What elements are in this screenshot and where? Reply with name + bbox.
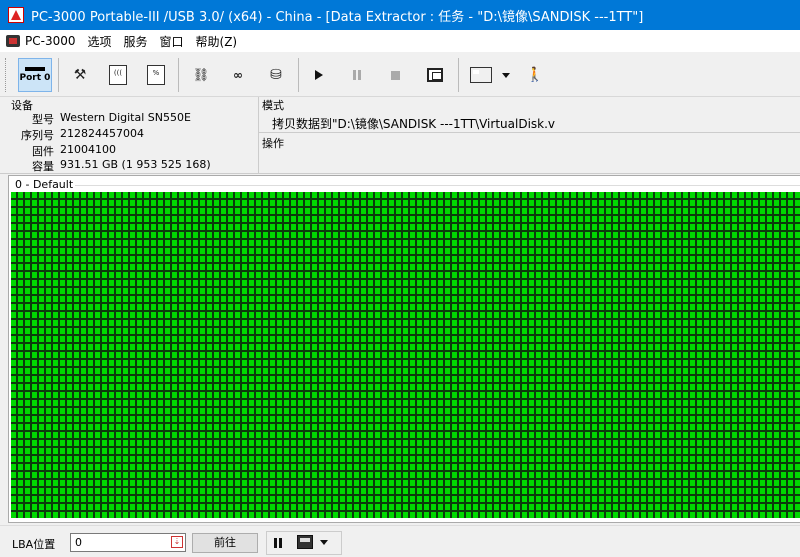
toolbar-separator xyxy=(178,58,179,92)
windows-button[interactable] xyxy=(418,58,452,92)
title-bar: PC-3000 Portable-III /USB 3.0/ (x64) - C… xyxy=(0,0,800,30)
scroll-doc-icon: ((( xyxy=(109,65,127,85)
menu-bar: PC-3000 选项 服务 窗口 帮助(Z) xyxy=(0,30,800,52)
menu-services[interactable]: 服务 xyxy=(118,31,154,51)
lba-input[interactable] xyxy=(70,533,186,552)
toolbar-separator xyxy=(458,58,459,92)
map-title-line xyxy=(75,185,800,186)
toolbar-separator xyxy=(58,58,59,92)
tools-button[interactable]: ⚒ xyxy=(63,58,97,92)
device-value: 212824457004 xyxy=(60,127,144,140)
map-view-dropdown[interactable] xyxy=(496,58,516,92)
map-view-button[interactable] xyxy=(464,58,498,92)
lba-label: LBA位置 xyxy=(12,538,56,551)
stop-icon xyxy=(390,70,400,80)
pc3000-logo-icon xyxy=(6,35,20,47)
exit-button[interactable]: 🚶 xyxy=(518,58,552,92)
tree-button[interactable]: ⛓ xyxy=(184,58,218,92)
goto-button[interactable]: 前往 xyxy=(192,533,258,553)
menu-help[interactable]: 帮助(Z) xyxy=(190,31,244,51)
info-divider[interactable] xyxy=(258,97,259,173)
menu-options[interactable]: 选项 xyxy=(81,31,117,51)
percent-doc-icon: % xyxy=(147,65,165,85)
tree-icon: ⛓ xyxy=(192,67,210,83)
binoculars-button[interactable]: ∞ xyxy=(221,58,255,92)
port-button[interactable]: Port 0 xyxy=(18,58,52,92)
map-title: 0 - Default xyxy=(15,178,74,191)
mode-section-label: 模式 xyxy=(262,99,284,112)
toolbar: Port 0 ⚒ ((( % ⛓ ∞ ⛁ 🚶 xyxy=(0,52,800,97)
map-pause-button[interactable] xyxy=(270,535,286,551)
scroll-button[interactable]: ((( xyxy=(101,58,135,92)
port-icon: Port 0 xyxy=(19,67,51,83)
lba-spin-icon[interactable]: ⇣ xyxy=(171,536,183,548)
binoculars-icon: ∞ xyxy=(233,68,243,82)
stop-button[interactable] xyxy=(378,58,412,92)
tools-icon: ⚒ xyxy=(73,67,87,83)
device-key: 容量 xyxy=(32,160,54,173)
device-key: 固件 xyxy=(32,145,54,158)
port-label: Port 0 xyxy=(19,73,51,83)
menu-window[interactable]: 窗口 xyxy=(154,31,190,51)
chevron-down-icon[interactable] xyxy=(320,540,328,545)
map-view-icon[interactable] xyxy=(297,535,313,549)
device-key: 序列号 xyxy=(21,129,54,142)
operation-section-label: 操作 xyxy=(262,137,284,150)
menu-pc3000-label: PC-3000 xyxy=(25,34,76,48)
disk-button[interactable]: ⛁ xyxy=(259,58,293,92)
disk-icon: ⛁ xyxy=(270,67,282,83)
device-value: 21004100 xyxy=(60,143,116,156)
pause-icon xyxy=(353,70,361,80)
start-button[interactable] xyxy=(302,58,336,92)
info-panel: 设备 型号 Western Digital SN550E 序列号 2128244… xyxy=(0,97,800,174)
mode-divider xyxy=(259,132,800,133)
mode-text: 拷贝数据到"D:\镜像\SANDISK ---1TT\VirtualDisk.v xyxy=(272,117,556,131)
device-value: Western Digital SN550E xyxy=(60,111,191,124)
device-value: 931.51 GB (1 953 525 168) xyxy=(60,158,211,171)
toolbar-grip[interactable] xyxy=(5,58,8,92)
device-key: 型号 xyxy=(32,113,54,126)
bottom-bar: LBA位置 ⇣ 前往 xyxy=(0,525,800,557)
device-row-serial: 序列号 212824457004 xyxy=(0,127,256,143)
app-window: PC-3000 Portable-III /USB 3.0/ (x64) - C… xyxy=(0,0,800,557)
device-row-firmware: 固件 21004100 xyxy=(0,143,256,159)
window-title: PC-3000 Portable-III /USB 3.0/ (x64) - C… xyxy=(31,9,644,25)
person-exit-icon: 🚶 xyxy=(526,67,544,83)
app-icon[interactable] xyxy=(8,7,24,23)
map-view-icon xyxy=(470,67,492,83)
play-icon xyxy=(315,70,323,80)
chevron-down-icon xyxy=(502,72,510,78)
sector-map-panel: 0 - Default xyxy=(8,175,800,523)
device-row-model: 型号 Western Digital SN550E xyxy=(0,111,256,127)
sector-map-grid[interactable] xyxy=(11,192,800,518)
device-row-capacity: 容量 931.51 GB (1 953 525 168) xyxy=(0,158,256,174)
pause-icon xyxy=(274,538,282,548)
pause-button[interactable] xyxy=(340,58,374,92)
percent-doc-button[interactable]: % xyxy=(139,58,173,92)
toolbar-separator xyxy=(298,58,299,92)
windows-icon xyxy=(427,68,443,82)
menu-pc3000[interactable]: PC-3000 xyxy=(0,31,81,51)
